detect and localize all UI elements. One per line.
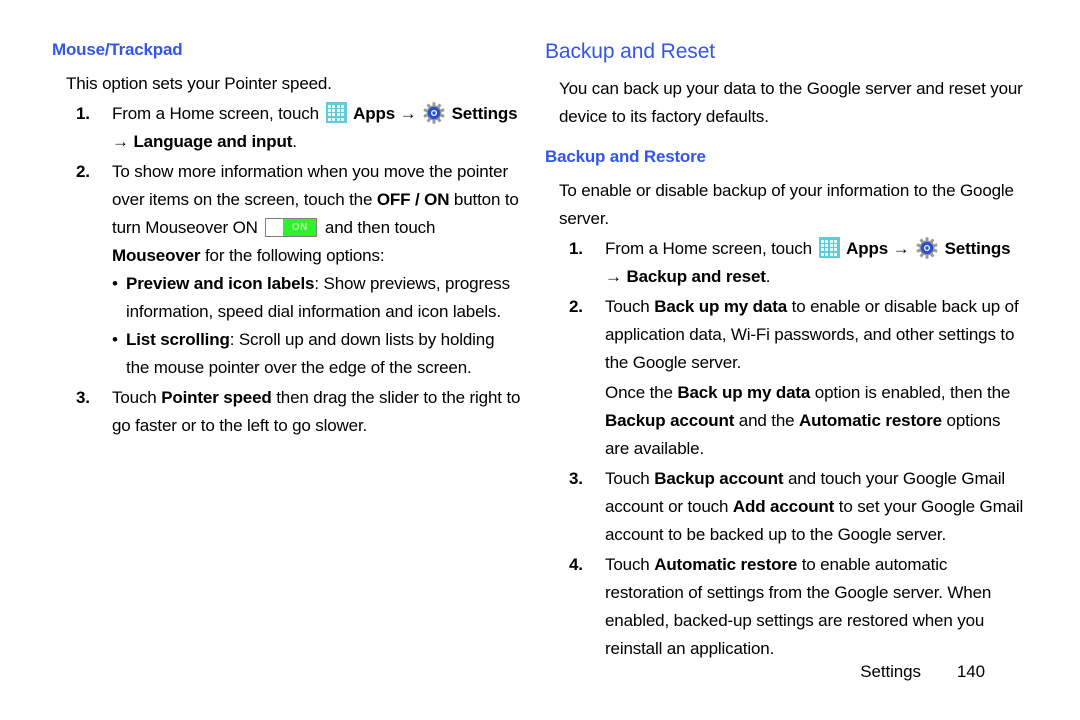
arrow-right-icon: →	[112, 132, 134, 151]
step-text: Touch Back up my data to enable or disab…	[605, 297, 1019, 372]
manual-page: Mouse/Trackpad This option sets your Poi…	[0, 0, 1080, 720]
arrow-right-icon: →	[605, 267, 627, 286]
footer-page-number: 140	[956, 662, 985, 681]
bold-term: Backup and reset	[626, 267, 766, 286]
settings-gear-icon	[916, 237, 938, 259]
left-step-list: 1. From a Home screen, touch Apps → Setti…	[52, 100, 522, 440]
step-number: 4.	[569, 555, 583, 574]
mouseover-on-off-toggle[interactable]: ON	[265, 218, 318, 237]
bold-term: Backup account	[605, 411, 735, 430]
step-text: To show more information when you move t…	[112, 162, 519, 265]
footer-section-label: Settings	[860, 662, 921, 681]
bold-term: Backup account	[654, 469, 784, 488]
arrow-right-icon: →	[888, 239, 914, 258]
subsection-heading-backup-and-restore: Backup and Restore	[545, 147, 706, 166]
numbered-step: 1. From a Home screen, touch Apps → Setti…	[52, 100, 522, 156]
settings-gear-icon	[423, 102, 445, 124]
right-step-list: 1. From a Home screen, touch Apps → Setti…	[545, 235, 1025, 663]
subintro-paragraph-right: To enable or disable backup of your info…	[559, 181, 1014, 228]
step-number: 2.	[76, 162, 90, 181]
bold-term: Language and input	[133, 132, 293, 151]
bold-term: Apps	[846, 239, 888, 258]
step-number: 3.	[569, 469, 583, 488]
intro-paragraph-right: You can back up your data to the Google …	[559, 79, 1023, 126]
numbered-step: 3. Touch Backup account and touch your Go…	[545, 465, 1025, 549]
arrow-right-icon: →	[395, 104, 421, 123]
bold-term: Pointer speed	[161, 388, 272, 407]
bold-term: Automatic restore	[654, 555, 798, 574]
step-number: 3.	[76, 388, 90, 407]
numbered-step: 2. Touch Back up my data to enable or dis…	[545, 293, 1025, 377]
step-number: 1.	[569, 239, 583, 258]
bold-term: Automatic restore	[799, 411, 942, 430]
step-number: 2.	[569, 297, 583, 316]
step-continuation-text: Once the Back up my data option is enabl…	[605, 383, 1011, 458]
bold-term: Mouseover	[112, 246, 201, 265]
bold-term: Settings	[944, 239, 1011, 258]
bullet-label: List scrolling	[126, 330, 230, 349]
numbered-step: 4. Touch Automatic restore to enable auto…	[545, 551, 1025, 663]
bold-term: Add account	[732, 497, 835, 516]
numbered-step: 2. To show more information when you move…	[52, 158, 522, 382]
bullet-dot-icon: •	[112, 330, 118, 349]
bullet-dot-icon: •	[112, 274, 118, 293]
bullet-item: • List scrolling: Scroll up and down list…	[112, 326, 522, 382]
step-number: 1.	[76, 104, 90, 123]
step-text: Touch Pointer speed then drag the slider…	[112, 388, 521, 435]
toggle-knob	[266, 219, 285, 236]
bold-term: Back up my data	[654, 297, 788, 316]
apps-grid-icon	[818, 237, 840, 258]
bold-term: Back up my data	[677, 383, 811, 402]
bullet-label: Preview and icon labels	[126, 274, 315, 293]
left-column: Mouse/Trackpad This option sets your Poi…	[40, 0, 520, 720]
bold-term: Apps	[353, 104, 395, 123]
right-column: Backup and Reset You can back up your da…	[545, 0, 1025, 720]
step-text: From a Home screen, touch Apps → Setting…	[112, 102, 518, 151]
page-footer: Settings 140	[860, 662, 985, 682]
bold-term: Settings	[451, 104, 518, 123]
numbered-step: 1. From a Home screen, touch Apps → Setti…	[545, 235, 1025, 291]
intro-paragraph-left: This option sets your Pointer speed.	[66, 74, 332, 93]
toggle-on-label: ON	[291, 222, 308, 233]
bold-term: OFF / ON	[376, 190, 450, 209]
step-text: Touch Automatic restore to enable automa…	[605, 555, 992, 658]
numbered-step: 3. Touch Pointer speed then drag the slid…	[52, 384, 522, 440]
step-text: Touch Backup account and touch your Goog…	[605, 469, 1024, 544]
step-text: From a Home screen, touch Apps → Setting…	[605, 237, 1011, 286]
section-heading-mouse-trackpad: Mouse/Trackpad	[52, 40, 183, 59]
bullet-item: • Preview and icon labels: Show previews,…	[112, 270, 522, 326]
bullet-list: • Preview and icon labels: Show previews,…	[112, 270, 522, 382]
page-title-backup-and-reset: Backup and Reset	[545, 40, 716, 63]
apps-grid-icon	[325, 102, 347, 123]
